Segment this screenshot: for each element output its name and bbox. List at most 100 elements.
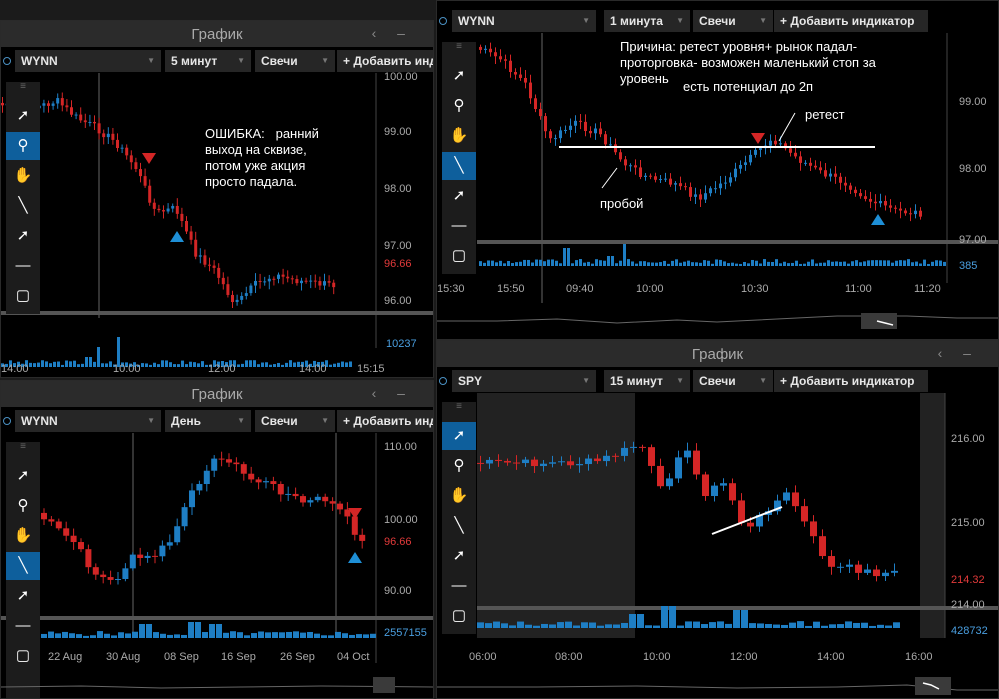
volume-bar (829, 624, 836, 628)
chart-type-selector[interactable]: Свечи ▼ (693, 370, 773, 392)
chart-toolbar: SPY ▼ 15 минут ▼ Свечи ▼ + Добавить индикат… (437, 370, 998, 392)
interval-selector[interactable]: 5 минут ▼ (165, 50, 251, 72)
line-icon[interactable]: ╲ (442, 152, 476, 180)
candle-body (659, 179, 662, 181)
arrow-icon[interactable]: ➚ (6, 222, 40, 250)
candle-body (318, 281, 322, 286)
hline-icon[interactable]: — (442, 572, 476, 600)
add-indicator-button[interactable]: + Добавить индикатор (337, 50, 433, 72)
tools-grip-icon[interactable]: ≡ (442, 402, 476, 414)
volume-bar (139, 624, 145, 638)
navigator-strip[interactable] (1, 675, 434, 695)
tools-grip-icon[interactable]: ≡ (6, 442, 40, 454)
link-dot-icon[interactable] (439, 377, 447, 385)
volume-bar (719, 259, 722, 266)
hline-icon[interactable]: — (6, 612, 40, 640)
candle-body (604, 134, 607, 145)
volume-bar (223, 632, 229, 638)
volume-bar (73, 360, 76, 367)
symbol-selector[interactable]: SPY ▼ (452, 370, 596, 392)
arrow-icon[interactable]: ➚ (6, 582, 40, 610)
cursor-icon[interactable]: ➚ (6, 462, 40, 490)
link-dot-icon[interactable] (439, 17, 447, 25)
candle-chart[interactable] (437, 393, 999, 693)
zoom-icon[interactable]: ⚲ (442, 452, 476, 480)
price-label: 110.00 (384, 441, 417, 453)
hand-icon[interactable]: ✋ (442, 482, 476, 510)
minimize-icon[interactable]: – (959, 345, 975, 361)
cursor-icon[interactable]: ➚ (442, 62, 476, 90)
navigator-strip[interactable] (437, 675, 999, 697)
candle-body (322, 496, 329, 502)
interval-selector[interactable]: 1 минута ▼ (604, 10, 690, 32)
link-dot-icon[interactable] (3, 57, 11, 65)
symbol-selector[interactable]: WYNN ▼ (452, 10, 596, 32)
tools-grip-icon[interactable]: ≡ (442, 42, 476, 54)
volume-bar (109, 361, 112, 367)
line-icon[interactable]: ╲ (442, 512, 476, 540)
candle-body (559, 130, 562, 139)
hline-icon[interactable]: — (6, 252, 40, 280)
back-icon[interactable]: ‹ (366, 25, 382, 41)
window-titlebar[interactable]: График ‹ – (1, 381, 433, 407)
zoom-icon[interactable]: ⚲ (6, 492, 40, 520)
dropdown-arrow-icon: ▼ (237, 416, 245, 425)
volume-bar (511, 263, 514, 266)
back-icon[interactable]: ‹ (366, 385, 382, 401)
symbol-selector[interactable]: WYNN ▼ (15, 410, 161, 432)
chart-type-selector[interactable]: Свечи ▼ (255, 410, 335, 432)
tools-grip-icon[interactable]: ≡ (6, 82, 40, 94)
link-dot-icon[interactable] (3, 417, 11, 425)
rect-icon[interactable]: ▢ (442, 242, 476, 270)
add-indicator-button[interactable]: + Добавить индикатор (337, 410, 433, 432)
candle-body (226, 459, 232, 463)
zoom-icon[interactable]: ⚲ (6, 132, 40, 160)
add-indicator-button[interactable]: + Добавить индикатор (774, 10, 928, 32)
window-titlebar[interactable]: График ‹ – (1, 21, 433, 47)
volume-bar (931, 261, 934, 266)
line-icon[interactable]: ╲ (6, 552, 40, 580)
candle-body (304, 280, 308, 282)
volume-bar (803, 263, 806, 266)
cursor-icon[interactable]: ➚ (6, 102, 40, 130)
minimize-icon[interactable]: – (393, 25, 409, 41)
annotation-text: ОШИБКА: ранний выход на сквизе, потом уж… (205, 126, 319, 189)
cursor-icon[interactable]: ➚ (442, 422, 476, 450)
rect-icon[interactable]: ▢ (6, 282, 40, 310)
hand-icon[interactable]: ✋ (442, 122, 476, 150)
rect-icon[interactable]: ▢ (6, 642, 40, 670)
hand-icon[interactable]: ✋ (6, 162, 40, 190)
add-indicator-button[interactable]: + Добавить индикатор (774, 370, 928, 392)
window-titlebar[interactable]: График ‹ – (437, 341, 998, 367)
hand-icon[interactable]: ✋ (6, 522, 40, 550)
volume-bar (507, 260, 510, 266)
candle-body (47, 103, 50, 106)
interval-selector[interactable]: День ▼ (165, 410, 251, 432)
interval-selector[interactable]: 15 минут ▼ (604, 370, 690, 392)
rect-icon[interactable]: ▢ (442, 602, 476, 630)
candle-body (337, 503, 343, 510)
time-label: 12:00 (730, 651, 758, 663)
volume-bar (899, 260, 902, 266)
chart-type-selector[interactable]: Свечи ▼ (693, 10, 773, 32)
volume-bar (202, 632, 208, 638)
zoom-icon[interactable]: ⚲ (442, 92, 476, 120)
back-icon[interactable]: ‹ (932, 345, 948, 361)
volume-bar (811, 259, 814, 266)
chart-type-selector[interactable]: Свечи ▼ (255, 50, 335, 72)
price-label: 99.00 (384, 126, 412, 138)
minimize-icon[interactable]: – (393, 385, 409, 401)
volume-bar (765, 624, 772, 628)
line-icon[interactable]: ╲ (6, 192, 40, 220)
hline-icon[interactable]: — (442, 212, 476, 240)
symbol-selector[interactable]: WYNN ▼ (15, 50, 161, 72)
buy-marker-icon (348, 552, 362, 563)
candle-body (914, 210, 917, 215)
navigator-strip[interactable] (437, 311, 999, 331)
arrow-icon[interactable]: ➚ (442, 542, 476, 570)
candle-chart[interactable] (1, 73, 434, 378)
volume-bar (819, 262, 822, 266)
candle-body (574, 120, 577, 126)
arrow-icon[interactable]: ➚ (442, 182, 476, 210)
candle-body (639, 167, 642, 177)
